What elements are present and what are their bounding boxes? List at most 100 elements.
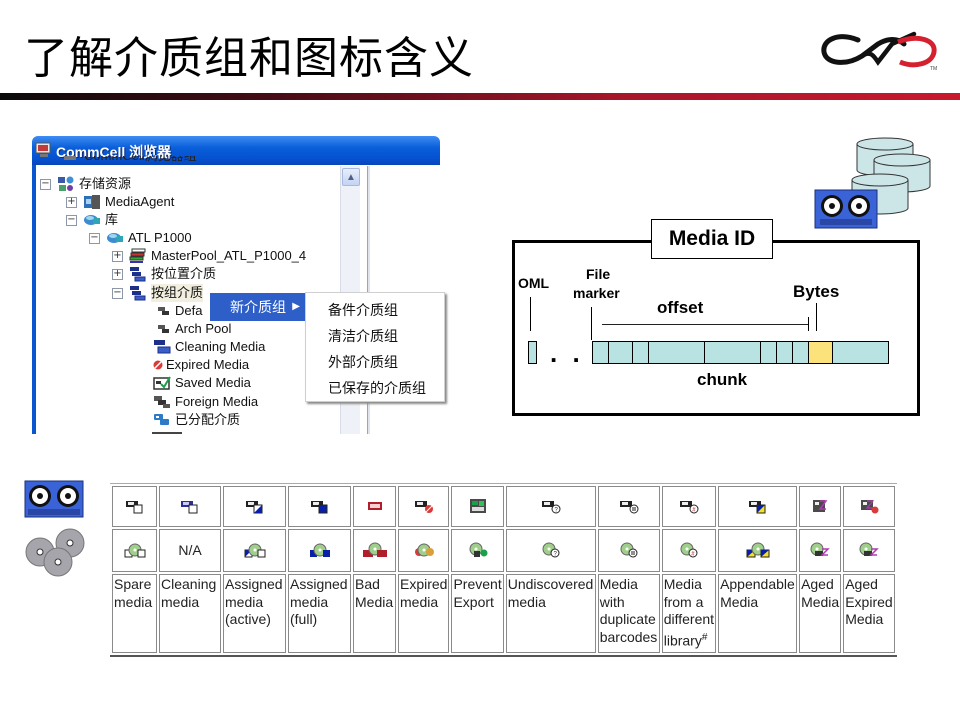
label-cell: Aged Media xyxy=(799,574,842,653)
submenu-item-cleaning-media-group[interactable]: 清洁介质组 xyxy=(328,326,398,346)
tree-item-default-group[interactable]: Defa xyxy=(157,302,202,320)
tree-item-label: Expired Media xyxy=(166,357,250,372)
foreign-media-icon xyxy=(154,396,170,408)
label-line: different xyxy=(663,611,715,627)
label-line: media xyxy=(114,593,153,610)
tree-item-label: MasterPool_ATL_P1000_4 xyxy=(151,248,307,263)
tree-item-media-by-location[interactable]: + 按位置介质 xyxy=(112,265,216,283)
tree-item-cutoff xyxy=(152,430,192,434)
submenu-arrow-icon: ▶ xyxy=(292,301,300,312)
label-line: Spare xyxy=(114,576,152,592)
collapse-toggle[interactable]: − xyxy=(66,214,77,226)
tape-icon-cell xyxy=(159,486,221,527)
not-applicable-text: N/A xyxy=(178,541,202,558)
label-line: Media xyxy=(801,593,840,610)
aged-expired-tape-icon xyxy=(860,500,879,514)
disk-icon-cell xyxy=(398,529,450,572)
expand-toggle[interactable]: + xyxy=(112,268,123,280)
collapse-toggle[interactable]: − xyxy=(40,178,51,190)
aged-expired-disk-icon xyxy=(859,542,879,557)
expand-toggle[interactable]: + xyxy=(112,250,123,262)
label-line: Undiscovered xyxy=(507,576,594,592)
collapse-toggle[interactable]: − xyxy=(112,287,123,299)
tree-item-saved-media[interactable]: Saved Media xyxy=(153,374,251,392)
label-line: Aged xyxy=(801,576,834,592)
collapse-toggle[interactable]: − xyxy=(89,232,100,244)
bytes-label: Bytes xyxy=(793,282,840,301)
foreign-library-tape-icon: # xyxy=(679,501,699,514)
media-by-location-icon xyxy=(130,267,146,282)
tree-item-label: 按组介质 xyxy=(151,284,204,302)
label-cell: Bad Media xyxy=(353,574,396,653)
duplicate-barcode-disk-icon xyxy=(620,542,638,558)
scroll-up-button[interactable]: ▲ xyxy=(342,168,360,186)
tape-icon-cell xyxy=(112,486,157,527)
submenu-item-spare-media-group[interactable]: 备件介质组 xyxy=(328,300,398,320)
svg-text:TM: TM xyxy=(930,66,937,72)
context-menu-new-media-group[interactable]: 新介质组 ▶ xyxy=(210,293,306,321)
label-line: Media xyxy=(720,593,759,610)
tree-item-cleaning-media[interactable]: Cleaning Media xyxy=(153,338,265,356)
prevent-export-tape-icon xyxy=(469,499,486,514)
disk-icons-row: N/A ? # xyxy=(112,529,895,572)
label-line: Media xyxy=(599,576,638,592)
undiscovered-tape-icon: ? xyxy=(541,501,561,514)
tree-item-label: ATL P1000 xyxy=(128,230,192,245)
aged-disk-icon xyxy=(810,542,830,557)
storage-devices-illustration xyxy=(814,137,931,229)
label-line: Expired xyxy=(400,576,448,592)
label-line: from a xyxy=(663,593,704,610)
disk-icon-cell xyxy=(843,529,895,572)
tree-item-assigned-media[interactable]: 已分配介质 xyxy=(153,411,240,429)
label-line: (full) xyxy=(290,611,318,627)
tape-icon-cell xyxy=(451,486,504,527)
tree-item-label: CommCell浏览器组 xyxy=(84,156,197,165)
tree-item-commcell-group[interactable]: CommCell浏览器组 xyxy=(62,156,197,168)
label-cell: Assigned media (active) xyxy=(223,574,286,653)
label-cell: Media from a different library# xyxy=(661,574,717,653)
submenu-item-saved-media-group[interactable]: 已保存的介质组 xyxy=(328,378,426,398)
chunk-block xyxy=(832,341,889,364)
label-line: Aged xyxy=(845,576,878,592)
tree-item-media-by-group[interactable]: − 按组介质 xyxy=(112,284,204,302)
label-line: Media xyxy=(845,611,884,627)
chunk-block xyxy=(632,341,649,364)
submenu: 备件介质组 清洁介质组 外部介质组 已保存的介质组 xyxy=(305,292,445,402)
tree-item-storage-resources[interactable]: − 存储资源 xyxy=(40,175,131,193)
tree-item-arch-pool[interactable]: Arch Pool xyxy=(157,320,231,338)
tree-item-atl-p1000[interactable]: − ATL P1000 xyxy=(89,229,192,247)
tree-item-master-pool[interactable]: + MasterPool_ATL_P1000_4 xyxy=(112,247,306,265)
tree-item-label: 已分配介质 xyxy=(175,412,241,427)
tape-icon-cell xyxy=(353,486,396,527)
tree-item-library[interactable]: − 库 xyxy=(66,211,118,229)
commcell-app-icon xyxy=(35,142,51,157)
media-group-icon xyxy=(158,325,169,333)
label-line: Assigned xyxy=(225,576,283,592)
label-line: (active) xyxy=(225,611,271,627)
disk-icon-cell xyxy=(353,529,396,572)
tree-item-foreign-media[interactable]: Foreign Media xyxy=(153,393,258,411)
label-line: Media xyxy=(355,593,394,610)
submenu-item-foreign-media-group[interactable]: 外部介质组 xyxy=(328,352,398,372)
offset-label: offset xyxy=(657,298,704,317)
expired-media-icon xyxy=(153,360,163,370)
tree-item-media-agent[interactable]: + MediaAgent xyxy=(66,193,174,211)
label-line: Assigned xyxy=(290,576,348,592)
assigned-active-tape-icon xyxy=(245,501,262,514)
label-line: Expired xyxy=(845,593,893,610)
tape-icon-cell xyxy=(799,486,842,527)
bad-disk-icon xyxy=(362,542,387,558)
label-line: with xyxy=(599,593,625,610)
assigned-active-disk-icon xyxy=(244,543,265,558)
expand-toggle[interactable]: + xyxy=(66,196,77,208)
cleaning-tape-icon xyxy=(181,501,198,514)
label-cell: Undiscovered media xyxy=(505,574,596,653)
tree-item-label: 按位置介质 xyxy=(151,266,217,281)
slide-title: 了解介质组和图标含义 xyxy=(24,33,474,84)
appendable-tape-icon xyxy=(748,501,766,514)
tape-icon-cell xyxy=(597,486,660,527)
chunk-block xyxy=(792,341,809,364)
tree-item-expired-media[interactable]: Expired Media xyxy=(153,356,249,374)
label-cell: Appendable Media xyxy=(718,574,798,653)
disk-icon-cell xyxy=(112,529,157,572)
